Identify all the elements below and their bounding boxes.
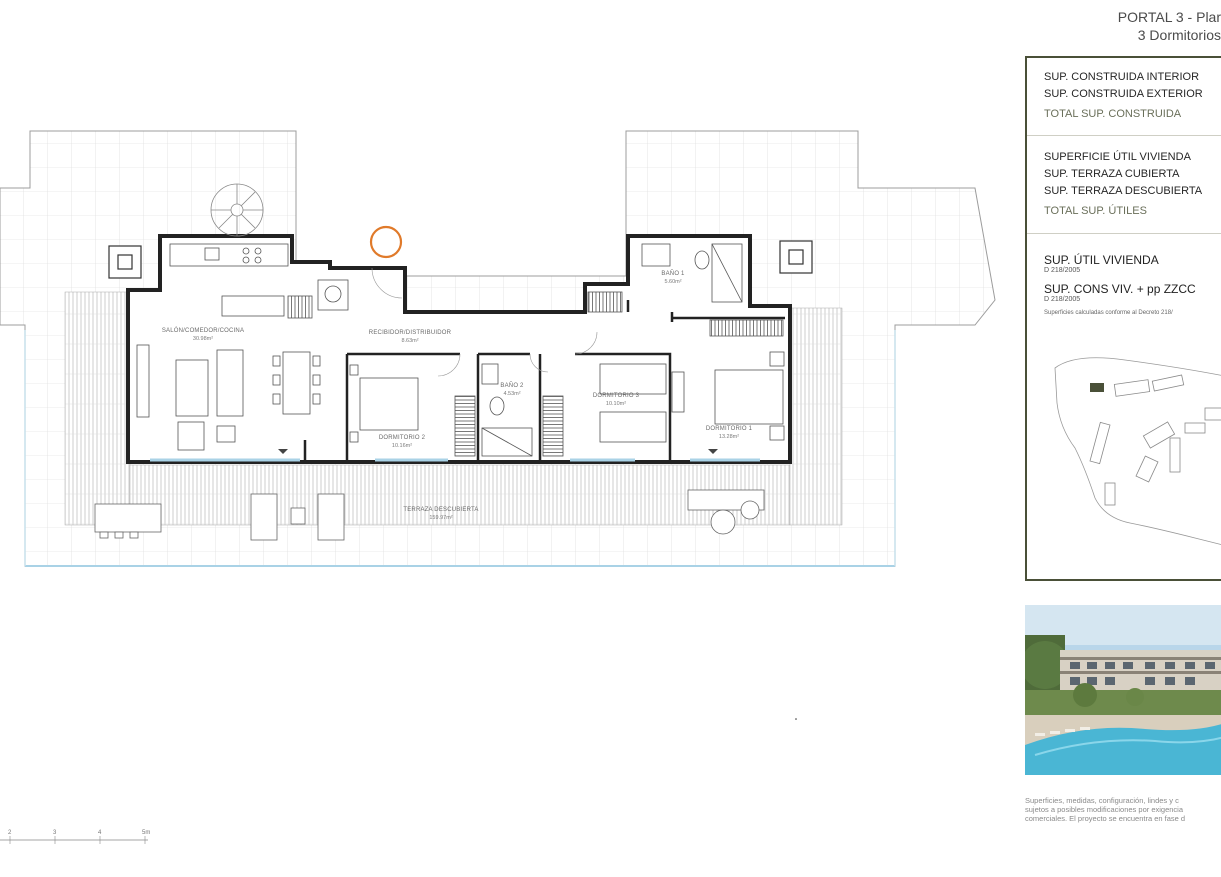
regulatory-areas: SUP. ÚTIL VIVIENDA D 218/2005 SUP. CONS … bbox=[1044, 253, 1196, 316]
room-name: SALÓN/COMEDOR/COCINA bbox=[162, 327, 244, 334]
sup-cons-label: SUP. CONS VIV. + pp ZZCC bbox=[1044, 282, 1196, 296]
scale-label: 5m bbox=[142, 830, 150, 836]
scale-label: 3 bbox=[53, 830, 57, 836]
room-name: TERRAZA DESCUBIERTA bbox=[403, 507, 478, 513]
scale-label: 4 bbox=[98, 830, 102, 836]
disclaimer-line: sujetos a posibles modificaciones por ex… bbox=[1025, 805, 1184, 814]
area-row: SUPERFICIE ÚTIL VIVIENDA bbox=[1044, 151, 1191, 163]
disclaimer-line: comerciales. El proyecto se encuentra en… bbox=[1025, 814, 1186, 823]
area-row: SUP. TERRAZA CUBIERTA bbox=[1044, 168, 1180, 180]
development-render bbox=[1025, 605, 1221, 775]
constructed-areas: SUP. CONSTRUIDA INTERIOR SUP. CONSTRUIDA… bbox=[1044, 69, 1203, 120]
room-area: 30.98m² bbox=[193, 336, 213, 342]
area-panel: SUP. CONSTRUIDA INTERIOR SUP. CONSTRUIDA… bbox=[1025, 56, 1221, 581]
disclaimer: Superficies, medidas, configuración, lin… bbox=[1025, 796, 1185, 823]
area-total: TOTAL SUP. CONSTRUIDA bbox=[1044, 108, 1182, 120]
area-row: SUP. CONSTRUIDA EXTERIOR bbox=[1044, 88, 1203, 100]
room-name: BAÑO 2 bbox=[500, 382, 524, 389]
sup-cons-ref: D 218/2005 bbox=[1044, 296, 1081, 303]
site-location-map bbox=[1054, 357, 1221, 545]
room-name: RECIBIDOR/DISTRIBUIDOR bbox=[369, 330, 452, 336]
disclaimer-line: Superficies, medidas, configuración, lin… bbox=[1025, 796, 1179, 805]
page-title: PORTAL 3 - Plar 3 Dormitorios bbox=[1118, 8, 1221, 44]
room-name: DORMITORIO 1 bbox=[706, 426, 753, 432]
area-row: SUP. CONSTRUIDA INTERIOR bbox=[1044, 71, 1200, 83]
room-area: 4.53m² bbox=[503, 391, 520, 397]
room-area: 13.28m² bbox=[719, 434, 739, 440]
room-name: DORMITORIO 2 bbox=[379, 435, 426, 441]
room-area: 10.16m² bbox=[392, 443, 412, 449]
scale-bar: 2 3 4 5m bbox=[0, 830, 150, 844]
floor-plan: SALÓN/COMEDOR/COCINA 30.98m² RECIBIDOR/D… bbox=[0, 130, 996, 844]
room-name: DORMITORIO 3 bbox=[593, 393, 640, 399]
scale-label: 2 bbox=[8, 830, 12, 836]
sup-util-ref: D 218/2005 bbox=[1044, 267, 1081, 274]
sup-util-label: SUP. ÚTIL VIVIENDA bbox=[1044, 253, 1159, 267]
room-name: BAÑO 1 bbox=[661, 270, 685, 277]
portal-title: PORTAL 3 - Plar bbox=[1117, 9, 1221, 25]
area-row: SUP. TERRAZA DESCUBIERTA bbox=[1044, 185, 1203, 197]
room-area: 159.97m² bbox=[429, 515, 452, 521]
area-total: TOTAL SUP. ÚTILES bbox=[1044, 205, 1147, 217]
useful-areas: SUPERFICIE ÚTIL VIVIENDA SUP. TERRAZA CU… bbox=[1044, 149, 1202, 217]
room-area: 8.63m² bbox=[401, 338, 418, 344]
room-area: 10.10m² bbox=[606, 401, 626, 407]
decree-note: Superficies calculadas conforme al Decre… bbox=[1044, 310, 1173, 316]
north-marker-icon bbox=[369, 225, 403, 259]
room-area: 5.60m² bbox=[664, 279, 681, 285]
bedroom-count: 3 Dormitorios bbox=[1137, 27, 1221, 43]
unit-location-marker bbox=[1090, 383, 1104, 392]
divider bbox=[1027, 233, 1221, 234]
divider bbox=[1027, 135, 1221, 136]
